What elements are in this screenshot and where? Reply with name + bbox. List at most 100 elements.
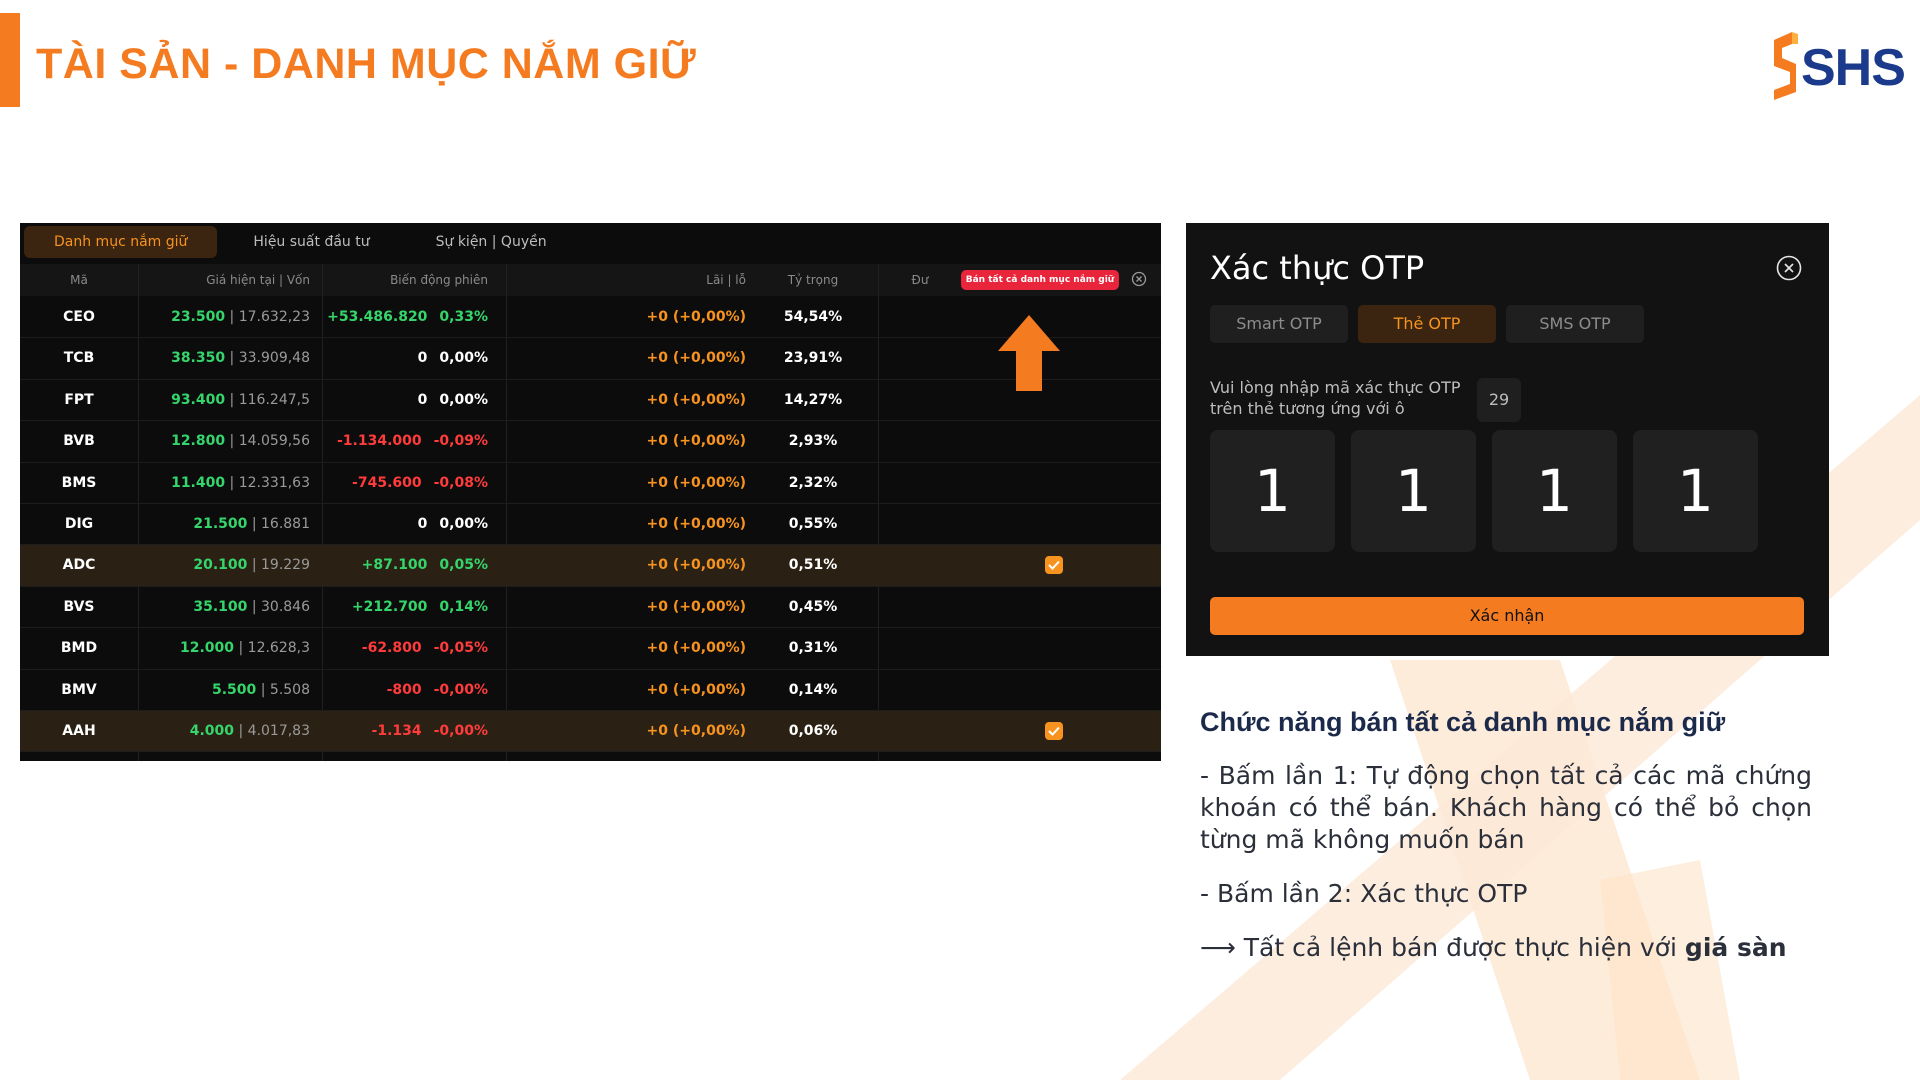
price-separator: |: [225, 309, 239, 325]
current-price: 20.100: [193, 557, 248, 574]
sell-all-button[interactable]: Bán tất cả danh mục nắm giữ: [961, 270, 1119, 290]
close-icon[interactable]: [1131, 271, 1147, 287]
change-value: -62.800: [361, 640, 422, 657]
weight-cell: 0,45%: [788, 598, 838, 615]
pl-cell: +0 (+0,00%): [646, 309, 746, 325]
otp-cell-index: 29: [1477, 378, 1521, 422]
change-percent: 0,00%: [439, 391, 488, 408]
table-row[interactable]: TCB 38.350 | 33.909,48 0 0,00% +0 (+0,00%) 23…: [20, 338, 1161, 380]
table-row[interactable]: BMV 5.500 | 5.508 -800 -0,00% +0 (+0,00%) 0,1…: [20, 670, 1161, 711]
change-percent: -0,05%: [433, 640, 488, 657]
table-row[interactable]: FPT 93.400 | 116.247,5 0 0,00% +0 (+0,00%) 14…: [20, 380, 1161, 422]
pl-cell: +0 (+0,00%): [646, 557, 746, 574]
change-cell: -62.800 -0,05%: [310, 628, 488, 668]
pl-cell: +0 (+0,00%): [646, 681, 746, 698]
table-row[interactable]: ADC 20.100 | 19.229 +87.100 0,05% +0 (+0,00%…: [20, 545, 1161, 587]
price-separator: |: [234, 722, 248, 739]
change-value: +87.100: [361, 557, 428, 574]
weight-cell: 54,54%: [783, 309, 843, 325]
otp-digit-input[interactable]: 1: [1492, 430, 1617, 552]
price-separator: |: [234, 640, 248, 657]
page-title: TÀI SẢN - DANH MỤC NẮM GIỮ: [36, 40, 697, 88]
portfolio-tabs: Danh mục nắm giữ Hiệu suất đầu tư Sự kiệ…: [24, 226, 583, 258]
change-percent: 0,14%: [439, 598, 488, 615]
change-value: 0: [417, 391, 428, 408]
change-percent: -0,08%: [433, 474, 488, 491]
step-one-text: - Bấm lần 1: Tự động chọn tất cả các mã …: [1200, 761, 1812, 854]
price-cell: 21.500 | 16.881: [138, 504, 310, 544]
otp-digit-input[interactable]: 1: [1633, 430, 1758, 552]
table-row[interactable]: AAH 4.000 | 4.017,83 -1.134 -0,00% +0 (+0,00…: [20, 710, 1161, 753]
change-cell: 0 0,00%: [310, 380, 488, 420]
cost-price: 12.331,63: [238, 474, 310, 491]
result-prefix: ⟶ Tất cả lệnh bán được thực hiện với: [1200, 933, 1685, 962]
change-cell: -1.134.000 -0,09%: [310, 421, 488, 461]
feature-description: - Bấm lần 1: Tự động chọn tất cả các mã …: [1200, 760, 1812, 986]
cost-price: 12.628,3: [247, 640, 310, 657]
change-percent: 0,00%: [439, 350, 488, 367]
current-price: 11.400: [171, 474, 226, 491]
tab-holdings[interactable]: Danh mục nắm giữ: [24, 226, 218, 258]
price-separator: |: [225, 474, 239, 491]
table-row[interactable]: DIG 21.500 | 16.881 0 0,00% +0 (+0,00%) 0,55%: [20, 504, 1161, 546]
row-checkbox[interactable]: [1045, 721, 1063, 740]
pl-cell: +0 (+0,00%): [646, 598, 746, 615]
current-price: 23.500: [171, 309, 226, 325]
change-cell: -800 -0,00%: [310, 670, 488, 710]
otp-digit-input[interactable]: 1: [1210, 430, 1335, 552]
otp-method-tabs: Smart OTP Thẻ OTP SMS OTP: [1210, 305, 1654, 343]
current-price: 12.800: [171, 433, 226, 450]
tab-smart-otp[interactable]: Smart OTP: [1210, 305, 1348, 343]
symbol-cell: CEO: [63, 309, 95, 325]
change-value: -745.600: [352, 474, 422, 491]
table-row[interactable]: BMD 12.000 | 12.628,3 -62.800 -0,05% +0 (+0,…: [20, 628, 1161, 670]
weight-cell: 2,32%: [788, 474, 838, 491]
otp-title: Xác thực OTP: [1210, 249, 1425, 287]
change-value: +53.486.820: [327, 309, 428, 325]
change-cell: 0 0,00%: [310, 504, 488, 544]
tab-otp-card[interactable]: Thẻ OTP: [1358, 305, 1496, 343]
cost-price: 14.059,56: [238, 433, 310, 450]
symbol-cell: BMV: [61, 681, 97, 698]
confirm-button[interactable]: Xác nhận: [1210, 597, 1804, 635]
result-bold: giá sàn: [1684, 933, 1787, 962]
price-cell: 20.100 | 19.229: [138, 545, 310, 585]
weight-cell: 14,27%: [783, 391, 843, 408]
weight-cell: 0,51%: [788, 557, 838, 574]
feature-title: Chức năng bán tất cả danh mục nắm giữ: [1200, 707, 1726, 737]
current-price: 5.500: [211, 681, 257, 698]
header-du: Đư: [911, 273, 929, 287]
change-cell: +87.100 0,05%: [310, 545, 488, 585]
change-percent: -0,00%: [433, 681, 488, 698]
table-row[interactable]: BMS 11.400 | 12.331,63 -745.600 -0,08% +0 (+…: [20, 463, 1161, 504]
table-row[interactable]: CEO 23.500 | 17.632,23 +53.486.820 0,33% +0 …: [20, 297, 1161, 339]
price-cell: 23.500 | 17.632,23: [138, 297, 310, 337]
result-text: ⟶ Tất cả lệnh bán được thực hiện với giá…: [1200, 932, 1812, 964]
row-checkbox[interactable]: [1045, 556, 1063, 575]
current-price: 21.500: [193, 515, 248, 532]
weight-cell: 0,06%: [788, 722, 838, 739]
symbol-cell: ADC: [62, 557, 96, 574]
otp-digit-input[interactable]: 1: [1351, 430, 1476, 552]
cost-price: 4.017,83: [247, 722, 310, 739]
change-percent: -0,09%: [433, 433, 488, 450]
tab-events[interactable]: Sự kiện | Quyền: [406, 226, 577, 258]
table-row[interactable]: BVS 35.100 | 30.846 +212.700 0,14% +0 (+0,00…: [20, 587, 1161, 629]
cost-price: 30.846: [261, 598, 310, 615]
tab-performance[interactable]: Hiệu suất đầu tư: [223, 226, 399, 258]
tab-sms-otp[interactable]: SMS OTP: [1506, 305, 1644, 343]
header-pl: Lãi | lỗ: [706, 273, 746, 287]
price-cell: 12.800 | 14.059,56: [138, 421, 310, 461]
change-cell: +53.486.820 0,33%: [310, 297, 488, 337]
close-icon[interactable]: [1776, 255, 1802, 281]
symbol-cell: BVS: [63, 598, 95, 615]
table-row[interactable]: BVB 12.800 | 14.059,56 -1.134.000 -0,09% +0 …: [20, 421, 1161, 463]
change-cell: -1.134 -0,00%: [310, 711, 488, 751]
price-cell: 12.000 | 12.628,3: [138, 628, 310, 668]
price-separator: |: [247, 598, 261, 615]
price-separator: |: [225, 391, 239, 408]
change-value: 0: [417, 515, 428, 532]
pl-cell: +0 (+0,00%): [646, 722, 746, 739]
price-cell: 11.400 | 12.331,63: [138, 463, 310, 503]
header-price: Giá hiện tại | Vốn: [206, 273, 310, 287]
